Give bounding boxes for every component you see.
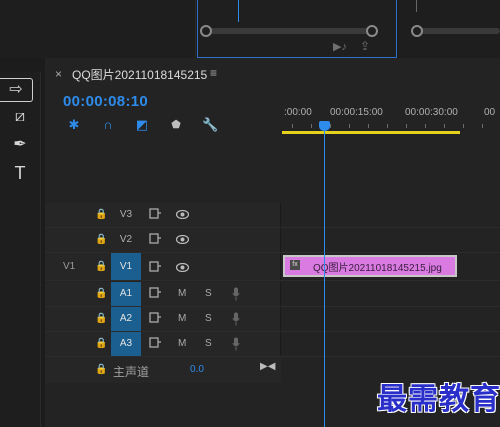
- close-tab-icon[interactable]: ×: [55, 67, 62, 81]
- snap-icon[interactable]: ∩: [100, 117, 116, 133]
- clip-name: QQ图片20211018145215.jpg: [313, 263, 442, 274]
- solo-button[interactable]: S: [205, 288, 212, 299]
- track-target-a1[interactable]: A1: [111, 282, 141, 306]
- monitor-scrollbar[interactable]: [206, 28, 378, 34]
- export-frame-icon[interactable]: ⇪: [360, 39, 370, 53]
- program-monitor: ▶♪ ⇪: [197, 0, 397, 58]
- track-select-tool-icon[interactable]: ⇨: [0, 78, 33, 102]
- razor-tool-icon[interactable]: ⧄: [8, 106, 32, 128]
- source-panel: [0, 0, 196, 58]
- panel-menu-icon[interactable]: ≡: [210, 66, 217, 80]
- work-area-bar[interactable]: [282, 131, 460, 134]
- scroll-right-handle[interactable]: [366, 25, 378, 37]
- timeline-clip[interactable]: fx QQ图片20211018145215.jpg: [283, 255, 457, 277]
- playhead-timecode[interactable]: 00:00:08:10: [63, 93, 148, 110]
- track-row-a1: 🔒 A1 M S: [45, 282, 500, 307]
- ruler-tick: [482, 124, 483, 128]
- fx-badge: fx: [290, 260, 300, 270]
- track-target-v3[interactable]: V3: [111, 203, 141, 227]
- ruler-tick: [349, 124, 350, 128]
- ruler-label: 00: [484, 107, 496, 118]
- linked-selection-icon[interactable]: ◩: [134, 117, 150, 133]
- playhead-handle[interactable]: [319, 121, 330, 131]
- sync-lock-icon[interactable]: [149, 208, 161, 219]
- ruler-label: 00:00:30:00: [405, 107, 458, 118]
- microphone-icon[interactable]: [232, 337, 240, 351]
- sync-lock-icon[interactable]: [149, 312, 161, 323]
- nest-sequence-icon[interactable]: ✱: [66, 117, 82, 133]
- lock-icon[interactable]: 🔒: [95, 313, 107, 324]
- source-patch-v1[interactable]: V1: [63, 261, 75, 272]
- microphone-icon[interactable]: [232, 312, 240, 326]
- track-header: 🔒 A3 M S: [45, 332, 281, 356]
- sync-lock-icon[interactable]: [149, 337, 161, 348]
- lock-icon[interactable]: 🔒: [95, 338, 107, 349]
- ruler-tick: [387, 124, 388, 128]
- ruler-tick: [425, 124, 426, 128]
- pen-tool-icon[interactable]: ✒: [8, 134, 32, 156]
- track-target-a3[interactable]: A3: [111, 332, 141, 356]
- scroll-left-handle[interactable]: [200, 25, 212, 37]
- mute-button[interactable]: M: [178, 313, 186, 324]
- meter-scrollbar[interactable]: [417, 28, 500, 34]
- sync-lock-icon[interactable]: [149, 233, 161, 244]
- track-header: 🔒 V2: [45, 228, 281, 252]
- ruler-tick: [330, 124, 331, 128]
- master-track-label: 主声道: [113, 365, 150, 379]
- sync-lock-icon[interactable]: [149, 261, 161, 272]
- ruler-tick: [463, 124, 464, 128]
- insert-icon[interactable]: ▶♪: [333, 40, 347, 53]
- track-row-v3: 🔒 V3: [45, 203, 500, 228]
- settings-wrench-icon[interactable]: 🔧: [202, 117, 218, 133]
- sequence-tab[interactable]: QQ图片20211018145215: [72, 66, 207, 83]
- ruler-tick: [406, 124, 407, 128]
- ruler-tick: [444, 124, 445, 128]
- track-target-v1[interactable]: V1: [111, 253, 141, 280]
- track-header: 🔒 A2 M S: [45, 307, 281, 331]
- track-header: V1 🔒 V1: [45, 253, 281, 280]
- microphone-icon[interactable]: [232, 287, 240, 301]
- lock-icon[interactable]: 🔒: [95, 288, 107, 299]
- lock-icon[interactable]: 🔒: [95, 234, 107, 245]
- solo-button[interactable]: S: [205, 338, 212, 349]
- track-header: 🔒 A1 M S: [45, 282, 281, 306]
- ruler-tick: [292, 124, 293, 128]
- track-row-v2: 🔒 V2: [45, 228, 500, 253]
- mute-button[interactable]: M: [178, 288, 186, 299]
- eye-icon[interactable]: [176, 263, 189, 272]
- tools-panel: ⇨ ⧄ ✒ T: [0, 72, 41, 427]
- eye-icon[interactable]: [176, 235, 189, 244]
- track-target-a2[interactable]: A2: [111, 307, 141, 331]
- ruler-label: 00:00:15:00: [330, 107, 383, 118]
- type-tool-icon[interactable]: T: [8, 162, 32, 184]
- lock-icon[interactable]: 🔒: [95, 261, 107, 272]
- mute-button[interactable]: M: [178, 338, 186, 349]
- playhead-marker: [238, 0, 239, 22]
- go-to-end-icon[interactable]: ▶◀: [260, 361, 275, 372]
- watermark: 最需教育: [377, 382, 500, 417]
- sync-lock-icon[interactable]: [149, 287, 161, 298]
- lock-icon[interactable]: 🔒: [95, 364, 107, 375]
- playhead-line[interactable]: [324, 131, 325, 427]
- solo-button[interactable]: S: [205, 313, 212, 324]
- ruler-label: :00:00: [284, 107, 312, 118]
- ruler-tick: [368, 124, 369, 128]
- track-header: 🔒 V3: [45, 203, 281, 227]
- track-row-a3: 🔒 A3 M S: [45, 332, 500, 357]
- track-row-a2: 🔒 A2 M S: [45, 307, 500, 332]
- eye-icon[interactable]: [176, 210, 189, 219]
- master-track: 🔒 主声道 0.0 ▶◀: [45, 357, 281, 383]
- add-marker-icon[interactable]: ⬟: [168, 117, 184, 133]
- track-target-v2[interactable]: V2: [111, 228, 141, 252]
- meter-scroll-handle[interactable]: [411, 25, 423, 37]
- audio-meter-panel: [399, 0, 500, 58]
- lock-icon[interactable]: 🔒: [95, 209, 107, 220]
- ruler-tick: [311, 124, 312, 128]
- meter-tick: [416, 0, 417, 12]
- master-volume-value[interactable]: 0.0: [190, 364, 204, 375]
